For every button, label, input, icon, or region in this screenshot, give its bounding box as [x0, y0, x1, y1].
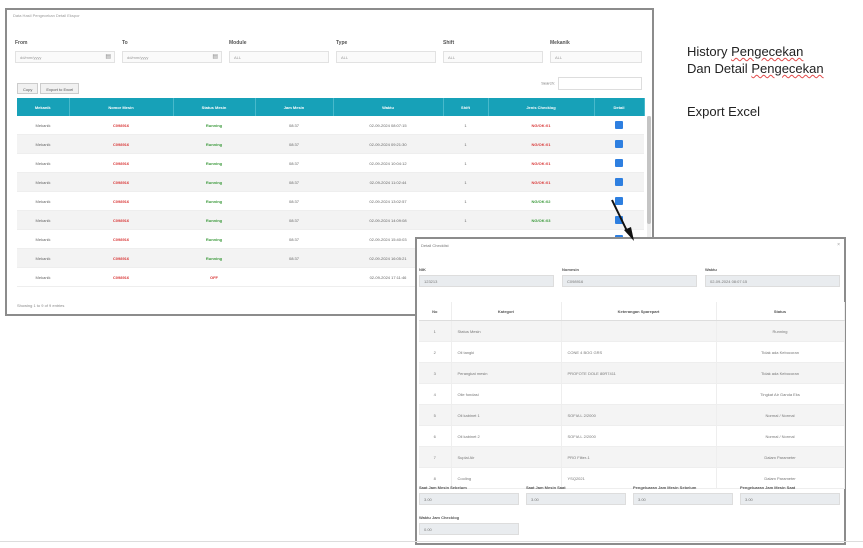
pointer-arrow — [611, 199, 634, 241]
divider — [0, 541, 863, 542]
